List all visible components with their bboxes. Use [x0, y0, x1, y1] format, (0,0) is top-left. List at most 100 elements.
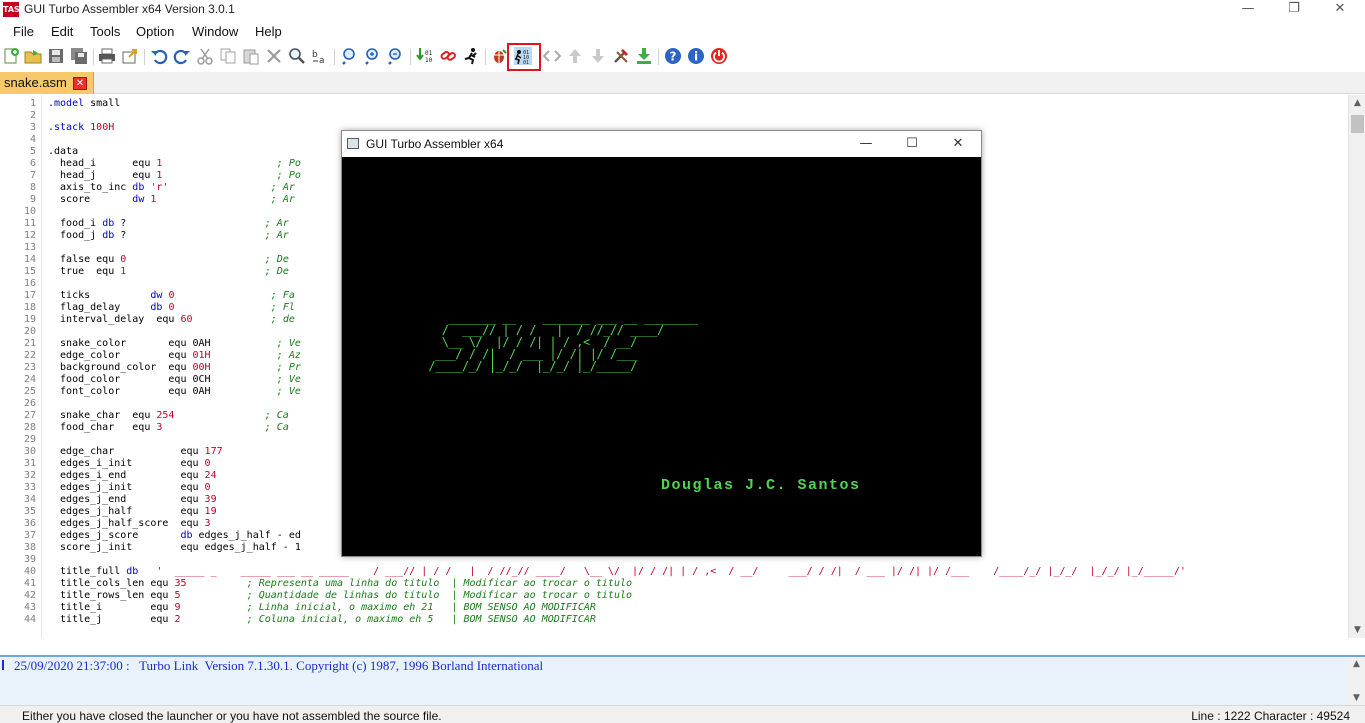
code-line[interactable]: edges_j_score db edges_j_half - ed	[48, 530, 301, 542]
code-line[interactable]: background_color equ 00H ; Pr	[48, 362, 301, 374]
help-icon[interactable]: ?	[664, 47, 682, 65]
code-line[interactable]: head_i equ 1 ; Po	[48, 158, 301, 170]
output-scrollbar[interactable]: ▲ ▼	[1348, 657, 1365, 705]
line-number: 28	[23, 422, 36, 433]
code-line[interactable]: food_color equ 0CH ; Ve	[48, 374, 301, 386]
tab-snake-asm[interactable]: snake.asm ✕	[0, 72, 94, 94]
paste-icon[interactable]	[242, 47, 260, 65]
code-line[interactable]: .model small	[48, 98, 120, 110]
code-line[interactable]: title_full db ' _____ _ _____ ___ __ ___…	[48, 566, 1186, 578]
replace-icon[interactable]: ba	[311, 47, 329, 65]
assemble-icon[interactable]: 01 10	[416, 47, 434, 65]
menu-tools[interactable]: Tools	[90, 24, 120, 39]
editor-vertical-scrollbar[interactable]: ▲ ▼	[1348, 95, 1365, 638]
code-line[interactable]: snake_char equ 254 ; Ca	[48, 410, 289, 422]
code-line[interactable]: false equ 0 ; De	[48, 254, 289, 266]
code-line[interactable]: edges_i_init equ 0	[48, 458, 211, 470]
maximize-button[interactable]: ❐	[1271, 0, 1317, 19]
output-log-line[interactable]: 25/09/2020 21:37:00 : Turbo Link Version…	[14, 658, 543, 674]
zoom-out-icon[interactable]	[387, 47, 405, 65]
save-all-icon[interactable]	[70, 47, 88, 65]
step-down-icon[interactable]	[589, 47, 607, 65]
emulator-close-button[interactable]: ✕	[935, 131, 981, 157]
step-up-icon[interactable]	[566, 47, 584, 65]
code-line[interactable]: edge_char equ 177	[48, 446, 223, 458]
redo-icon[interactable]	[173, 47, 191, 65]
zoom-in-icon[interactable]	[341, 47, 359, 65]
line-number: 21	[23, 338, 36, 349]
code-line[interactable]: food_char equ 3 ; Ca	[48, 422, 289, 434]
code-line[interactable]: edges_j_end equ 39	[48, 494, 217, 506]
emulator-title-bar[interactable]: GUI Turbo Assembler x64 — ☐ ✕	[342, 131, 981, 157]
tab-label: snake.asm	[4, 75, 67, 90]
info-icon[interactable]: i	[687, 47, 705, 65]
debug-icon[interactable]	[490, 47, 508, 65]
code-line[interactable]: ticks dw 0 ; Fa	[48, 290, 295, 302]
undo-icon[interactable]	[150, 47, 168, 65]
code-line[interactable]: interval_delay equ 60 ; de	[48, 314, 295, 326]
print-icon[interactable]	[98, 47, 116, 65]
emulator-maximize-button[interactable]: ☐	[889, 131, 935, 157]
code-line[interactable]: title_i equ 9 ; Linha inicial, o maximo …	[48, 602, 596, 614]
code-line[interactable]: true equ 1 ; De	[48, 266, 289, 278]
code-line[interactable]: title_j equ 2 ; Coluna inicial, o maximo…	[48, 614, 596, 626]
menu-option[interactable]: Option	[136, 24, 174, 39]
line-number: 24	[23, 374, 36, 385]
emulator-minimize-button[interactable]: —	[843, 131, 889, 157]
save-icon[interactable]	[47, 47, 65, 65]
power-icon[interactable]	[710, 47, 728, 65]
code-line[interactable]: head_j equ 1 ; Po	[48, 170, 301, 182]
link-icon[interactable]	[439, 47, 457, 65]
open-file-icon[interactable]	[24, 47, 42, 65]
code-line[interactable]: edge_color equ 01H ; Az	[48, 350, 301, 362]
menu-file[interactable]: File	[13, 24, 34, 39]
navigate-icon[interactable]	[543, 47, 561, 65]
zoom-reset-icon[interactable]	[364, 47, 382, 65]
code-line[interactable]: flag_delay db 0 ; Fl	[48, 302, 295, 314]
code-line[interactable]: title_cols_len equ 35 ; Representa uma l…	[48, 578, 632, 590]
code-line[interactable]: axis_to_inc db 'r' ; Ar	[48, 182, 295, 194]
copy-icon[interactable]	[219, 47, 237, 65]
code-line[interactable]: edges_i_end equ 24	[48, 470, 217, 482]
cut-icon[interactable]	[196, 47, 214, 65]
code-line[interactable]: .stack 100H	[48, 122, 114, 134]
close-button[interactable]: ✕	[1317, 0, 1363, 19]
code-line[interactable]: food_j db ? ; Ar	[48, 230, 289, 242]
code-line[interactable]: edges_j_half_score equ 3	[48, 518, 211, 530]
emulator-screen[interactable]: _______ __ _______ ___ __ ________ / ___…	[342, 157, 981, 556]
output-scroll-up-icon[interactable]: ▲	[1348, 657, 1365, 671]
emulator-window[interactable]: GUI Turbo Assembler x64 — ☐ ✕ _______ __…	[341, 130, 982, 557]
code-line[interactable]: snake_color equ 0AH ; Ve	[48, 338, 301, 350]
download-icon[interactable]	[635, 47, 653, 65]
code-line[interactable]: score dw 1 ; Ar	[48, 194, 295, 206]
code-line[interactable]: font_color equ 0AH ; Ve	[48, 386, 301, 398]
code-line[interactable]: food_i db ? ; Ar	[48, 218, 289, 230]
code-line[interactable]: score_j_init equ edges_j_half - 1	[48, 542, 301, 554]
code-line[interactable]: edges_j_init equ 0	[48, 482, 211, 494]
line-number: 32	[23, 470, 36, 481]
line-number: 41	[23, 578, 36, 589]
line-number: 1	[29, 98, 36, 109]
tab-close-icon[interactable]: ✕	[73, 77, 87, 90]
code-line[interactable]: .data	[48, 146, 78, 158]
build-tools-icon[interactable]	[612, 47, 630, 65]
export-icon[interactable]	[121, 47, 139, 65]
delete-icon[interactable]	[265, 47, 283, 65]
code-line[interactable]: title_rows_len equ 5 ; Quantidade de lin…	[48, 590, 632, 602]
scroll-thumb[interactable]	[1351, 115, 1364, 133]
scroll-down-icon[interactable]: ▼	[1349, 622, 1365, 638]
minimize-button[interactable]: —	[1225, 0, 1271, 19]
menu-window[interactable]: Window	[192, 24, 238, 39]
window-title: GUI Turbo Assembler x64 Version 3.0.1	[24, 2, 235, 16]
scroll-up-icon[interactable]: ▲	[1349, 95, 1365, 111]
menu-edit[interactable]: Edit	[51, 24, 73, 39]
code-line[interactable]: edges_j_half equ 19	[48, 506, 217, 518]
line-number: 25	[23, 386, 36, 397]
line-number: 29	[23, 434, 36, 445]
new-file-icon[interactable]	[2, 47, 20, 65]
svg-text:10: 10	[425, 57, 433, 64]
run-icon[interactable]	[462, 47, 480, 65]
menu-help[interactable]: Help	[255, 24, 282, 39]
output-scroll-down-icon[interactable]: ▼	[1348, 691, 1365, 705]
find-icon[interactable]	[288, 47, 306, 65]
